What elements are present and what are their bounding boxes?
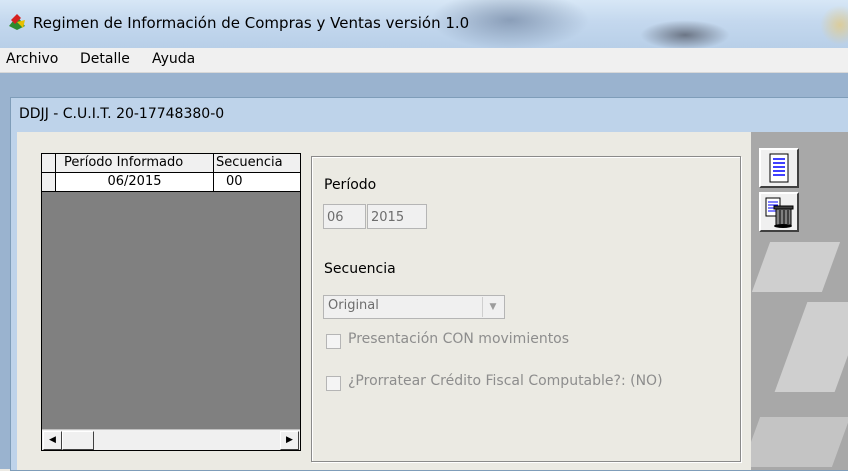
menu-ayuda[interactable]: Ayuda (152, 51, 195, 67)
periodo-year-field[interactable]: 2015 (367, 204, 427, 229)
movimientos-checkbox-label[interactable]: Presentación CON movimientos (348, 331, 569, 347)
menu-bar: Archivo Detalle Ayuda (0, 48, 848, 73)
cell-secuencia[interactable]: 00 (214, 173, 300, 191)
child-window-title: DDJJ - C.U.I.T. 20-17748380-0 (19, 106, 225, 122)
horizontal-scrollbar[interactable]: ◀ ▶ (42, 429, 300, 450)
delete-trash-icon (765, 197, 794, 228)
ddjj-details-group: Período 06 2015 Secuencia Original ▼ Pre… (311, 156, 741, 462)
movimientos-checkbox[interactable] (326, 334, 341, 349)
right-toolbar-panel (751, 132, 848, 470)
prorratear-checkbox[interactable] (326, 376, 341, 391)
document-list-button[interactable] (759, 148, 799, 188)
table-row[interactable]: 06/2015 00 (42, 173, 300, 192)
app-logo-icon (9, 14, 25, 30)
prorratear-checkbox-label[interactable]: ¿Prorratear Crédito Fiscal Computable?: … (348, 373, 663, 389)
cell-periodo[interactable]: 06/2015 (56, 173, 214, 191)
periodo-month-field[interactable]: 06 (323, 204, 366, 229)
column-header-secuencia[interactable]: Secuencia (214, 154, 300, 172)
secuencia-select[interactable]: Original ▼ (323, 295, 505, 319)
ddjj-child-window: DDJJ - C.U.I.T. 20-17748380-0 Período In… (10, 97, 848, 471)
menu-archivo[interactable]: Archivo (6, 51, 58, 67)
scroll-left-button[interactable]: ◀ (43, 431, 62, 450)
scroll-right-button[interactable]: ▶ (280, 431, 299, 450)
menu-detalle[interactable]: Detalle (80, 51, 130, 67)
chevron-down-icon[interactable]: ▼ (482, 297, 503, 317)
window-title: Regimen de Información de Compras y Vent… (33, 14, 470, 32)
document-list-icon (769, 153, 789, 183)
grid-header: Período Informado Secuencia (42, 154, 300, 173)
child-window-body: Período Informado Secuencia 06/2015 00 ◀… (17, 132, 848, 470)
delete-button[interactable] (759, 192, 799, 232)
title-bar: Regimen de Información de Compras y Vent… (0, 0, 848, 48)
column-header-periodo[interactable]: Período Informado (56, 154, 214, 172)
scroll-thumb[interactable] (62, 431, 94, 450)
periodo-label: Período (324, 177, 377, 193)
periods-grid[interactable]: Período Informado Secuencia 06/2015 00 ◀… (41, 153, 301, 451)
row-indicator[interactable] (42, 173, 56, 191)
secuencia-label: Secuencia (324, 261, 396, 277)
